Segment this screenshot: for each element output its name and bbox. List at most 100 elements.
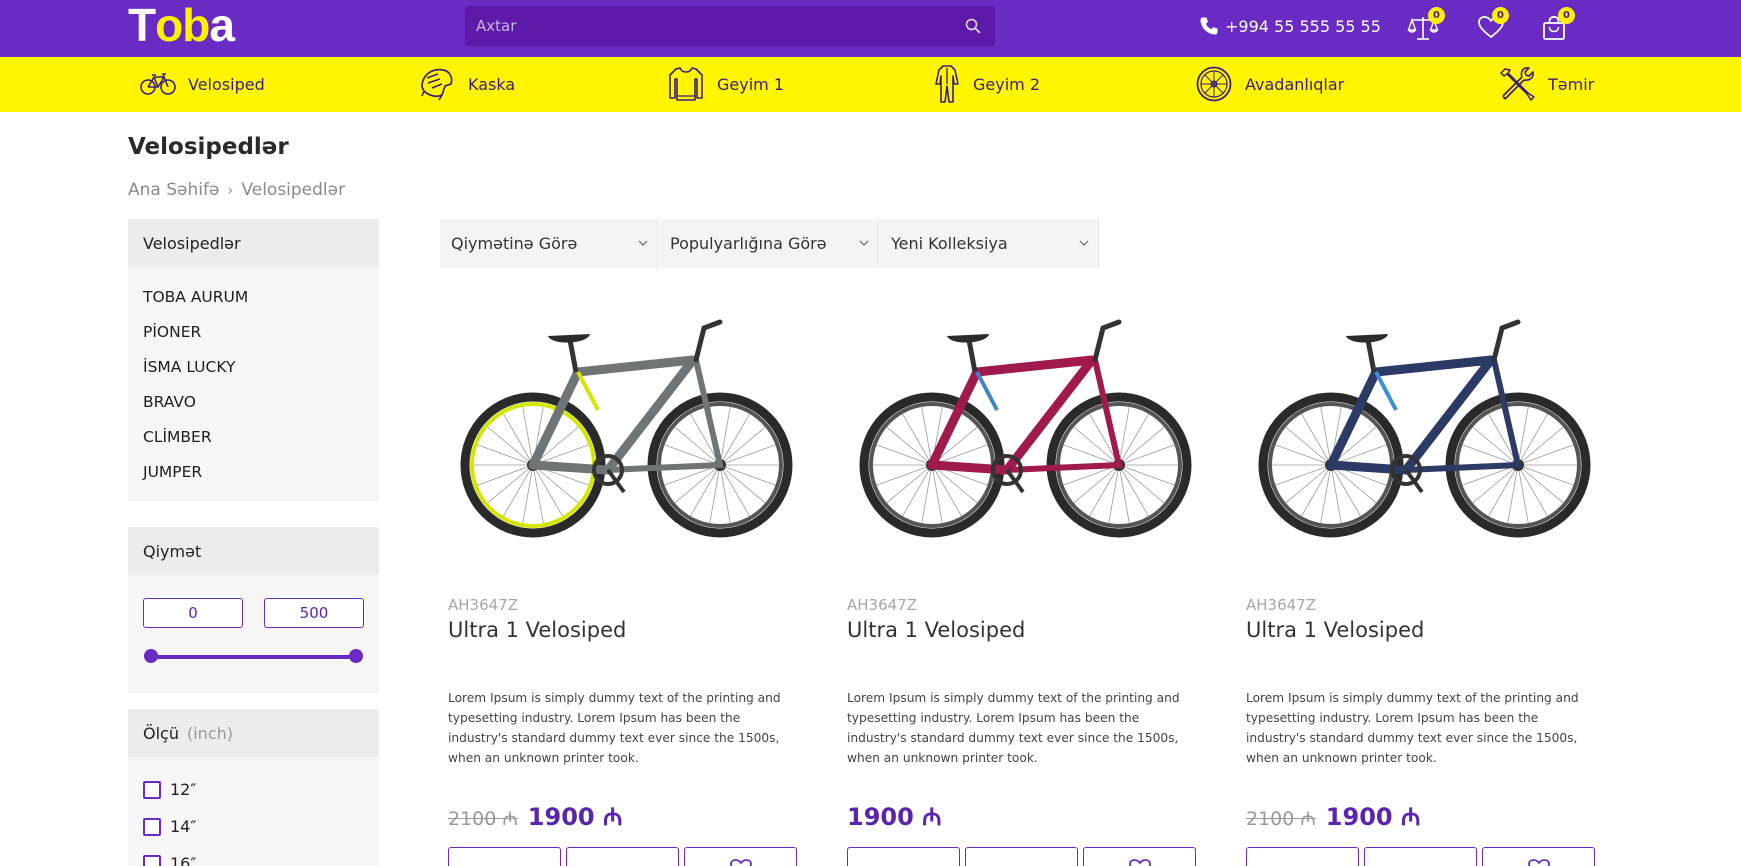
- wheel-icon: [1196, 66, 1232, 102]
- category-avadanliqlar[interactable]: Avadanlıqlar: [1195, 64, 1344, 104]
- category-label: Velosiped: [188, 74, 265, 94]
- price-filter-title: Qiymət: [128, 527, 379, 575]
- price-range: [128, 575, 379, 695]
- size-option[interactable]: 12″: [143, 771, 364, 808]
- logo[interactable]: T o b a: [128, 0, 235, 51]
- sort-by-popularity-dropdown[interactable]: Populyarlığına Görə: [659, 219, 879, 268]
- add-to-wishlist-button[interactable]: [684, 847, 797, 866]
- product-name[interactable]: Ultra 1 Velosiped: [1246, 618, 1424, 642]
- heart-icon: [1528, 859, 1550, 866]
- size-filter-unit: (inch): [186, 723, 233, 743]
- add-to-cart-button[interactable]: [847, 847, 960, 866]
- heart-icon: [1129, 859, 1151, 866]
- chevron-down-icon: [1079, 240, 1089, 246]
- compare-product-button[interactable]: [1364, 847, 1477, 866]
- category-geyim-1[interactable]: Geyim 1: [667, 64, 784, 104]
- product-description: Lorem Ipsum is simply dummy text of the …: [448, 691, 781, 765]
- new-collection-dropdown[interactable]: Yeni Kolleksiya: [880, 219, 1099, 268]
- breadcrumb-home-link[interactable]: Ana Səhifə: [128, 180, 219, 200]
- logo-letter-t: T: [128, 0, 156, 51]
- price-max-input[interactable]: [264, 598, 364, 628]
- product-current-price: 1900 ₼: [847, 803, 942, 831]
- sort-by-price-dropdown[interactable]: Qiymətinə Görə: [440, 219, 658, 268]
- sort-by-price-label: Qiymətinə Görə: [451, 234, 578, 253]
- product-image[interactable]: [847, 300, 1202, 558]
- compare-button[interactable]: 0: [1407, 7, 1445, 43]
- search-button[interactable]: [950, 6, 995, 46]
- wishlist-count-badge: 0: [1492, 7, 1509, 24]
- category-label: Geyim 2: [973, 74, 1041, 94]
- price-slider-max-handle[interactable]: [349, 649, 363, 663]
- cart-button[interactable]: 0: [1541, 7, 1575, 43]
- compare-product-button[interactable]: [965, 847, 1078, 866]
- size-checkbox[interactable]: [143, 854, 161, 866]
- category-label: Kaska: [468, 74, 516, 94]
- logo-letter-a: a: [209, 0, 235, 51]
- category-temir[interactable]: Təmir: [1498, 64, 1594, 104]
- product-sku: AH3647Z: [448, 596, 518, 614]
- add-to-wishlist-button[interactable]: [1083, 847, 1196, 866]
- product-name[interactable]: Ultra 1 Velosiped: [448, 618, 626, 642]
- brand-item[interactable]: İSMA LUCKY: [143, 349, 364, 384]
- product-image[interactable]: [1246, 300, 1601, 558]
- size-checkbox[interactable]: [143, 780, 161, 799]
- logo-letter-o: o: [155, 0, 183, 51]
- page-title: Velosipedlər: [128, 134, 289, 160]
- brand-item[interactable]: JUMPER: [143, 454, 364, 489]
- product-current-price: 1900 ₼: [1325, 803, 1421, 831]
- category-velosiped[interactable]: Velosiped: [140, 64, 265, 104]
- size-checkbox[interactable]: [143, 817, 161, 836]
- price-slider-min-handle[interactable]: [144, 649, 158, 663]
- product-sku: AH3647Z: [847, 596, 917, 614]
- brand-item[interactable]: CLİMBER: [143, 419, 364, 454]
- phone-icon: [1200, 17, 1218, 35]
- chevron-down-icon: [638, 240, 648, 246]
- product-name[interactable]: Ultra 1 Velosiped: [847, 618, 1025, 642]
- category-label: Geyim 1: [717, 74, 785, 94]
- brand-item[interactable]: TOBA AURUM: [143, 279, 364, 314]
- phone-contact[interactable]: +994 55 555 55 55: [1199, 15, 1381, 37]
- category-kaska[interactable]: Kaska: [418, 64, 515, 104]
- cart-count-badge: 0: [1558, 7, 1575, 24]
- compare-count-badge: 0: [1428, 7, 1445, 24]
- product-card[interactable]: AH3647Z Ultra 1 Velosiped Lorem Ipsum is…: [847, 300, 1202, 866]
- size-option[interactable]: 16″: [143, 845, 364, 866]
- chevron-right-icon: ›: [227, 181, 234, 199]
- size-filter-panel: Ölçü (inch) 12″ 14″ 16″: [128, 709, 379, 866]
- category-geyim-2[interactable]: Geyim 2: [933, 64, 1040, 104]
- product-old-price: 2100 ₼: [1246, 808, 1316, 830]
- product-card[interactable]: AH3647Z Ultra 1 Velosiped Lorem Ipsum is…: [1246, 300, 1601, 866]
- product-price: 2100 ₼ 1900 ₼: [448, 800, 622, 833]
- size-option[interactable]: 14″: [143, 808, 364, 845]
- brand-item[interactable]: PİONER: [143, 314, 364, 349]
- breadcrumb-current: Velosipedlər: [241, 180, 346, 200]
- brand-item[interactable]: BRAVO: [143, 384, 364, 419]
- size-label: 12″: [170, 780, 197, 799]
- new-collection-label: Yeni Kolleksiya: [891, 234, 1008, 253]
- size-label: 14″: [170, 817, 197, 836]
- add-to-cart-button[interactable]: [448, 847, 561, 866]
- suit-icon: [935, 65, 959, 103]
- product-card[interactable]: AH3647Z Ultra 1 Velosiped Lorem Ipsum is…: [448, 300, 803, 866]
- category-nav: Velosiped Kaska Geyim 1 Geyim 2 Avadanlı…: [0, 57, 1741, 112]
- compare-product-button[interactable]: [566, 847, 679, 866]
- brand-filter-title: Velosipedlər: [128, 219, 379, 267]
- search-input[interactable]: [465, 6, 935, 46]
- bicycle-icon: [140, 73, 176, 95]
- size-filter-label: Ölçü: [143, 723, 179, 743]
- add-to-cart-button[interactable]: [1246, 847, 1359, 866]
- size-filter-title: Ölçü (inch): [128, 709, 379, 757]
- breadcrumb: Ana Səhifə › Velosipedlər: [128, 180, 345, 200]
- product-price: 1900 ₼: [847, 800, 942, 833]
- product-actions: [847, 847, 1202, 866]
- product-price: 2100 ₼ 1900 ₼: [1246, 800, 1420, 833]
- price-slider-track[interactable]: [151, 655, 356, 659]
- price-min-input[interactable]: [143, 598, 243, 628]
- product-actions: [1246, 847, 1601, 866]
- wishlist-button[interactable]: 0: [1477, 7, 1509, 43]
- search-icon: [965, 18, 980, 34]
- sweater-icon: [669, 67, 703, 101]
- brand-list: TOBA AURUM PİONER İSMA LUCKY BRAVO CLİMB…: [128, 267, 379, 501]
- add-to-wishlist-button[interactable]: [1482, 847, 1595, 866]
- product-image[interactable]: [448, 300, 803, 558]
